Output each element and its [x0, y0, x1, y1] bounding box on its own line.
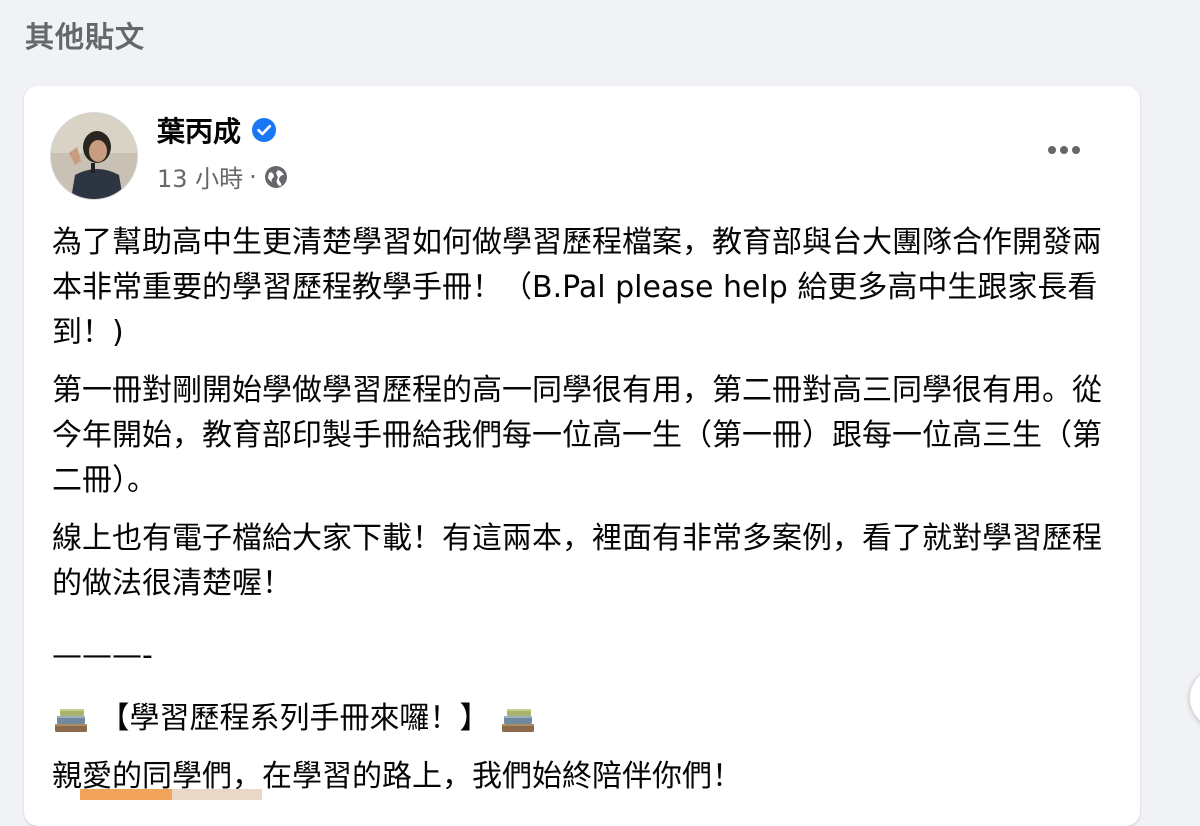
- section-title: 其他貼文: [25, 20, 146, 54]
- verified-badge-icon: [251, 117, 277, 143]
- avatar[interactable]: [50, 112, 138, 200]
- author-row: 葉丙成: [157, 110, 277, 150]
- text-divider: ———-: [52, 638, 153, 673]
- post-paragraph: 第一冊對剛開始學做學習歷程的高一同學很有用，第二冊對高三同學很有用。從今年開始，…: [52, 373, 1102, 498]
- globe-icon: [263, 164, 289, 190]
- next-post-preview: [24, 789, 1140, 800]
- floating-action-button[interactable]: [1190, 668, 1200, 728]
- more-options-button[interactable]: [1042, 134, 1086, 166]
- post-paragraph: 為了幫助高中生更清楚學習如何做學習歷程檔案，教育部與台大團隊合作開發兩本非常重要…: [52, 225, 1102, 350]
- post-body: 為了幫助高中生更清楚學習如何做學習歷程檔案，教育部與台大團隊合作開發兩本非常重要…: [52, 220, 1122, 812]
- meta-separator: ·: [249, 162, 257, 191]
- books-icon: [499, 702, 537, 732]
- post-timestamp[interactable]: 13 小時: [157, 159, 243, 194]
- post-paragraph: 線上也有電子檔給大家下載！有這兩本，裡面有非常多案例，看了就對學習歷程的做法很清…: [52, 521, 1102, 601]
- more-options-icon: [1048, 146, 1080, 154]
- avatar-photo: [51, 113, 137, 199]
- books-icon: [52, 702, 90, 732]
- author-name[interactable]: 葉丙成: [157, 110, 241, 150]
- preview-image-right: [172, 789, 262, 800]
- post-card: 葉丙成 13 小時 · 為了幫助高中生更清楚學習如何做學習歷程檔案，教育部與台大…: [24, 86, 1140, 826]
- post-meta: 13 小時 ·: [157, 159, 289, 194]
- post-headline-line: 【學習歷程系列手冊來囉！】: [52, 696, 1122, 741]
- preview-image-left: [80, 789, 172, 800]
- post-headline: 【學習歷程系列手冊來囉！】: [99, 701, 490, 736]
